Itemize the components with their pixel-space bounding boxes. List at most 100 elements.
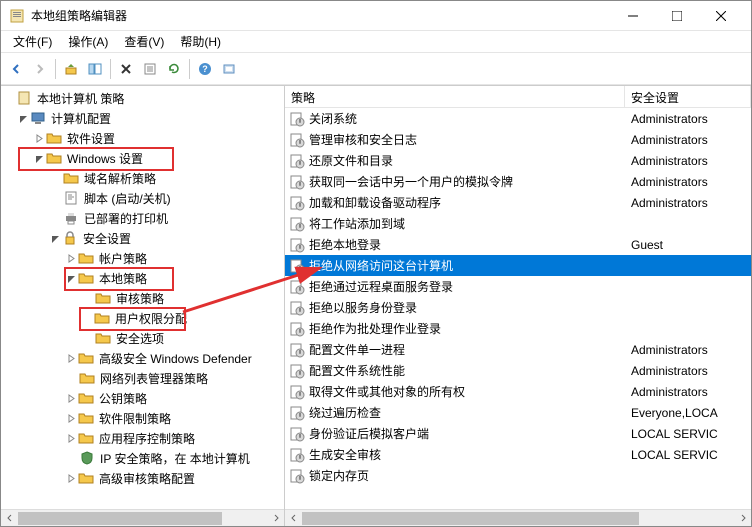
policy-setting: Administrators <box>631 196 708 210</box>
forward-button[interactable] <box>29 58 51 80</box>
policy-setting: Guest <box>631 238 663 252</box>
chevron-down-icon[interactable] <box>49 232 61 244</box>
policy-setting: Administrators <box>631 133 708 147</box>
chevron-down-icon[interactable] <box>17 112 29 124</box>
list-row[interactable]: 取得文件或其他对象的所有权Administrators <box>285 381 751 402</box>
policy-setting: Administrators <box>631 175 708 189</box>
back-button[interactable] <box>5 58 27 80</box>
policy-icon <box>289 258 305 274</box>
tree-pane: 本地计算机 策略 计算机配置 软件设置 Windows 设置 <box>1 86 285 526</box>
policy-icon <box>289 426 305 442</box>
policy-name: 将工作站添加到域 <box>309 215 405 232</box>
list-row[interactable]: 拒绝作为批处理作业登录 <box>285 318 751 339</box>
list-row[interactable]: 还原文件和目录Administrators <box>285 150 751 171</box>
tree-root[interactable]: 本地计算机 策略 <box>1 88 284 108</box>
policy-setting: Administrators <box>631 364 708 378</box>
list-row[interactable]: 拒绝从网络访问这台计算机 <box>285 255 751 276</box>
tree-dns[interactable]: 域名解析策略 <box>1 168 284 188</box>
list-row[interactable]: 获取同一会话中另一个用户的模拟令牌Administrators <box>285 171 751 192</box>
column-policy[interactable]: 策略 <box>285 86 625 107</box>
menu-view[interactable]: 查看(V) <box>116 31 172 52</box>
menu-help[interactable]: 帮助(H) <box>172 31 229 52</box>
list-row[interactable]: 加载和卸载设备驱动程序Administrators <box>285 192 751 213</box>
tree-advaudit[interactable]: 高级审核策略配置 <box>1 468 284 488</box>
tree-audit[interactable]: 审核策略 <box>1 288 284 308</box>
list-row[interactable]: 身份验证后模拟客户端LOCAL SERVIC <box>285 423 751 444</box>
tree-pubkey[interactable]: 公钥策略 <box>1 388 284 408</box>
folder-open-icon <box>46 150 62 166</box>
menu-action[interactable]: 操作(A) <box>60 31 116 52</box>
maximize-button[interactable] <box>655 2 699 30</box>
policy-icon <box>289 153 305 169</box>
tree-defender[interactable]: 高级安全 Windows Defender <box>1 348 284 368</box>
folder-icon <box>79 370 95 386</box>
list-row[interactable]: 拒绝以服务身份登录 <box>285 297 751 318</box>
folder-icon <box>95 290 111 306</box>
properties-button[interactable] <box>139 58 161 80</box>
help-button[interactable]: ? <box>194 58 216 80</box>
chevron-right-icon[interactable] <box>65 352 77 364</box>
folder-icon <box>95 330 111 346</box>
list-hscrollbar[interactable] <box>285 509 751 526</box>
policy-name: 取得文件或其他对象的所有权 <box>309 383 465 400</box>
minimize-button[interactable] <box>611 2 655 30</box>
menubar: 文件(F) 操作(A) 查看(V) 帮助(H) <box>1 31 751 53</box>
scroll-right-icon[interactable] <box>734 510 751 527</box>
lock-icon <box>62 230 78 246</box>
policy-name: 拒绝作为批处理作业登录 <box>309 320 441 337</box>
chevron-right-icon[interactable] <box>65 392 77 404</box>
tree-local-policy[interactable]: 本地策略 <box>1 268 284 288</box>
chevron-right-icon[interactable] <box>65 252 77 264</box>
policy-name: 身份验证后模拟客户端 <box>309 425 429 442</box>
up-button[interactable] <box>60 58 82 80</box>
list-row[interactable]: 关闭系统Administrators <box>285 108 751 129</box>
list-row[interactable]: 配置文件系统性能Administrators <box>285 360 751 381</box>
list-row[interactable]: 拒绝本地登录Guest <box>285 234 751 255</box>
policy-name: 锁定内存页 <box>309 467 369 484</box>
scroll-left-icon[interactable] <box>1 510 18 527</box>
list-row[interactable]: 将工作站添加到域 <box>285 213 751 234</box>
list-row[interactable]: 拒绝通过远程桌面服务登录 <box>285 276 751 297</box>
tree-computer-config[interactable]: 计算机配置 <box>1 108 284 128</box>
delete-button[interactable] <box>115 58 137 80</box>
chevron-right-icon[interactable] <box>65 432 77 444</box>
tree-scripts[interactable]: 脚本 (启动/关机) <box>1 188 284 208</box>
refresh-button[interactable] <box>163 58 185 80</box>
export-button[interactable] <box>218 58 240 80</box>
chevron-right-icon[interactable] <box>65 472 77 484</box>
tree-windows-settings[interactable]: Windows 设置 <box>1 148 284 168</box>
show-hide-button[interactable] <box>84 58 106 80</box>
policy-icon <box>289 195 305 211</box>
tree-softrestrict[interactable]: 软件限制策略 <box>1 408 284 428</box>
tree-printers[interactable]: 已部署的打印机 <box>1 208 284 228</box>
tree-netlist[interactable]: 网络列表管理器策略 <box>1 368 284 388</box>
tree-security[interactable]: 安全设置 <box>1 228 284 248</box>
tree-account[interactable]: 帐户策略 <box>1 248 284 268</box>
list-row[interactable]: 配置文件单一进程Administrators <box>285 339 751 360</box>
tree-hscrollbar[interactable] <box>1 509 284 526</box>
close-button[interactable] <box>699 2 743 30</box>
menu-file[interactable]: 文件(F) <box>5 31 60 52</box>
policy-icon <box>289 174 305 190</box>
list-row[interactable]: 锁定内存页 <box>285 465 751 486</box>
scroll-left-icon[interactable] <box>285 510 302 527</box>
chevron-down-icon[interactable] <box>65 272 77 284</box>
list-row[interactable]: 管理审核和安全日志Administrators <box>285 129 751 150</box>
list-row[interactable]: 生成安全审核LOCAL SERVIC <box>285 444 751 465</box>
list-row[interactable]: 绕过遍历检查Everyone,LOCA <box>285 402 751 423</box>
column-setting[interactable]: 安全设置 <box>625 86 751 107</box>
tree-software[interactable]: 软件设置 <box>1 128 284 148</box>
folder-icon <box>78 350 94 366</box>
list-body[interactable]: 关闭系统Administrators管理审核和安全日志Administrator… <box>285 108 751 509</box>
folder-icon <box>78 250 94 266</box>
chevron-right-icon[interactable] <box>33 132 45 144</box>
list-pane: 策略 安全设置 关闭系统Administrators管理审核和安全日志Admin… <box>285 86 751 526</box>
scroll-right-icon[interactable] <box>267 510 284 527</box>
tree[interactable]: 本地计算机 策略 计算机配置 软件设置 Windows 设置 <box>1 86 284 509</box>
tree-appctrl[interactable]: 应用程序控制策略 <box>1 428 284 448</box>
tree-user-rights[interactable]: 用户权限分配 <box>1 308 284 328</box>
tree-ipsec[interactable]: IP 安全策略，在 本地计算机 <box>1 448 284 468</box>
tree-security-options[interactable]: 安全选项 <box>1 328 284 348</box>
chevron-down-icon[interactable] <box>33 152 45 164</box>
chevron-right-icon[interactable] <box>65 412 77 424</box>
